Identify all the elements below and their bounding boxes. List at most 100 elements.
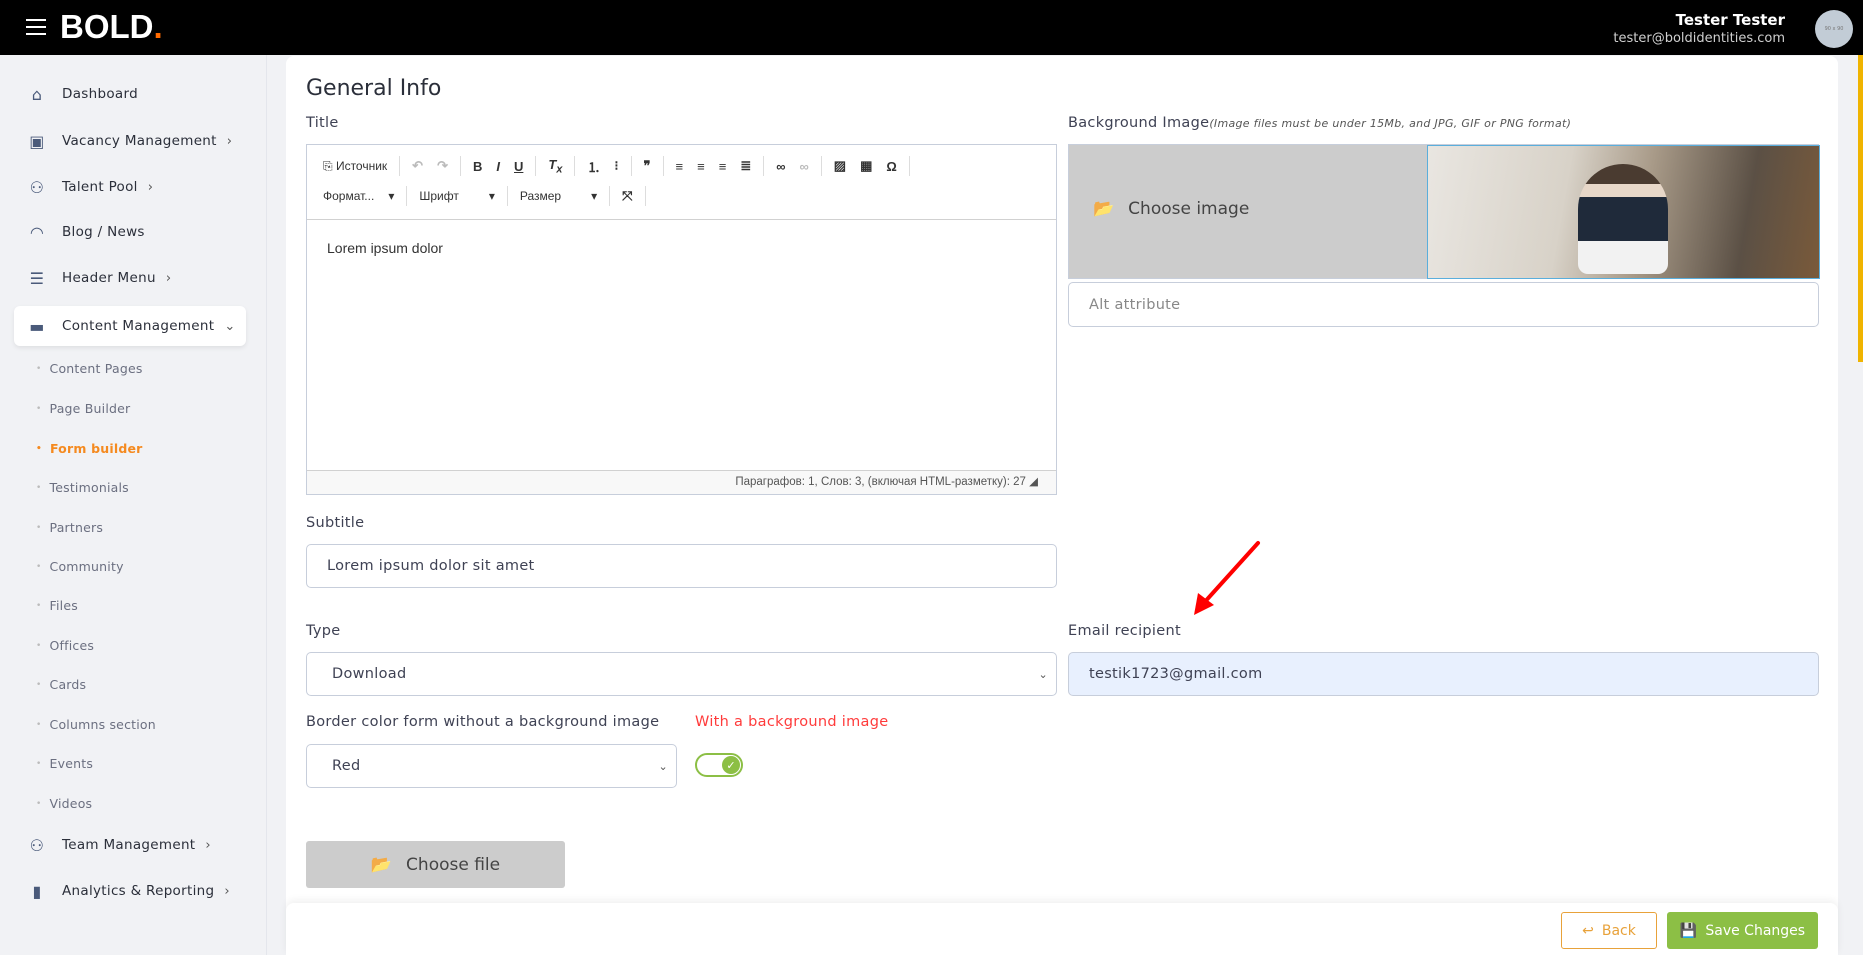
sidebar-item-label: Vacancy Management: [62, 133, 217, 149]
background-image-label: Background Image(Image files must be und…: [1068, 115, 1572, 131]
alt-attribute-input[interactable]: Alt attribute: [1068, 282, 1819, 327]
justify-icon[interactable]: ≣: [734, 158, 757, 174]
italic-icon[interactable]: I: [490, 159, 506, 174]
user-name: Tester Tester: [1675, 11, 1785, 29]
sidebar-subitem-partners[interactable]: Partners: [36, 520, 103, 535]
with-background-toggle[interactable]: ✓: [695, 753, 743, 777]
sidebar-subitem-testimonials[interactable]: Testimonials: [36, 480, 129, 495]
avatar[interactable]: 90 x 90: [1815, 10, 1853, 48]
align-left-icon[interactable]: ≡: [670, 159, 690, 174]
sidebar-subitem-columns-section[interactable]: Columns section: [36, 717, 156, 732]
chevron-icon: ⌄: [224, 318, 236, 334]
unlink-icon[interactable]: ∞: [794, 159, 815, 174]
with-background-label: With a background image: [695, 714, 889, 730]
align-center-icon[interactable]: ≡: [691, 159, 711, 174]
numbered-list-icon[interactable]: ⒈: [581, 157, 606, 176]
home-icon: ⌂: [31, 84, 43, 104]
bar-chart-icon: ▮: [32, 881, 42, 901]
editor-status-bar: Параграфов: 1, Слов: 3, (включая HTML-ра…: [307, 470, 1056, 494]
sidebar-item-dashboard[interactable]: ⌂ Dashboard: [14, 74, 246, 114]
menu-icon: ☰: [29, 268, 45, 288]
email-recipient-input[interactable]: testik1723@gmail.com: [1068, 652, 1819, 696]
hamburger-menu-icon[interactable]: [26, 19, 46, 35]
title-label: Title: [306, 115, 339, 131]
resize-handle-icon[interactable]: ◢: [1029, 476, 1038, 488]
undo-icon[interactable]: ↶: [406, 158, 429, 174]
sidebar-subitem-community[interactable]: Community: [36, 559, 124, 574]
red-arrow-annotation: [1194, 541, 1260, 615]
sidebar-item-label: Talent Pool: [62, 179, 138, 195]
back-button[interactable]: ↩ Back: [1561, 912, 1657, 949]
format-dropdown[interactable]: Формат... ▾: [317, 189, 400, 203]
background-image-preview: [1427, 145, 1820, 279]
sidebar-item-label: Analytics & Reporting: [62, 883, 215, 899]
save-changes-button[interactable]: 💾 Save Changes: [1667, 912, 1818, 949]
sidebar-item-vacancy-management[interactable]: ▣ Vacancy Management ›: [14, 121, 246, 161]
editor-content[interactable]: Lorem ipsum dolor: [307, 220, 1056, 470]
choose-file-button[interactable]: 📂 Choose file: [306, 841, 565, 888]
subtitle-label: Subtitle: [306, 515, 365, 531]
sidebar-subitem-offices[interactable]: Offices: [36, 638, 94, 653]
email-recipient-label: Email recipient: [1068, 623, 1181, 639]
remove-format-icon[interactable]: Tx: [542, 157, 568, 176]
sidebar-item-label: Content Management: [62, 318, 215, 334]
font-dropdown[interactable]: Шрифт ▾: [413, 189, 501, 203]
type-select[interactable]: Download ⌄: [306, 652, 1057, 696]
sidebar-item-label: Blog / News: [62, 224, 145, 240]
sidebar-item-label: Dashboard: [62, 86, 138, 102]
folder-open-icon: 📂: [1093, 199, 1115, 219]
sidebar-subitem-events[interactable]: Events: [36, 756, 93, 771]
chevron-icon: ›: [147, 179, 154, 195]
monitor-icon: ▬: [29, 316, 45, 336]
sidebar-subitem-files[interactable]: Files: [36, 598, 78, 613]
sidebar-subitem-content-pages[interactable]: Content Pages: [36, 361, 143, 376]
sidebar-item-label: Header Menu: [62, 270, 156, 286]
page-title: General Info: [306, 76, 442, 101]
bulleted-list-icon[interactable]: ⁝: [608, 158, 624, 174]
choose-image-button[interactable]: 📂 Choose image: [1093, 199, 1249, 219]
image-icon[interactable]: ▨: [828, 158, 852, 174]
sidebar-subitem-form-builder[interactable]: Form builder: [36, 441, 143, 456]
link-icon[interactable]: ∞: [770, 159, 791, 174]
size-dropdown[interactable]: Размер ▾: [514, 189, 603, 203]
sidebar-item-team-management[interactable]: ⚇ Team Management ›: [14, 825, 246, 865]
chevron-down-icon: ⌄: [1038, 667, 1048, 681]
border-color-label: Border color form without a background i…: [306, 714, 660, 730]
logo[interactable]: BOLD.: [60, 8, 163, 46]
chevron-icon: ›: [205, 837, 211, 853]
user-email: tester@boldidentities.com: [1613, 31, 1785, 46]
sidebar-item-content-management[interactable]: ▬ Content Management ⌄: [14, 306, 246, 346]
subtitle-input[interactable]: Lorem ipsum dolor sit amet: [306, 544, 1057, 588]
table-icon[interactable]: ▦: [854, 158, 878, 174]
users-icon: ⚇: [29, 835, 45, 855]
sidebar-subitem-videos[interactable]: Videos: [36, 796, 93, 811]
sidebar-subitem-cards[interactable]: Cards: [36, 677, 87, 692]
source-button[interactable]: ⎘ Источник: [317, 159, 393, 174]
underline-icon[interactable]: U: [508, 159, 529, 174]
sidebar-item-header-menu[interactable]: ☰ Header Menu ›: [14, 258, 246, 298]
maximize-icon[interactable]: ⤧: [616, 188, 638, 204]
special-char-icon[interactable]: Ω: [880, 159, 902, 174]
sidebar-item-analytics-reporting[interactable]: ▮ Analytics & Reporting ›: [14, 871, 246, 911]
background-image-picker[interactable]: 📂 Choose image: [1068, 144, 1820, 279]
chevron-down-icon: ⌄: [658, 759, 668, 773]
editor-toolbar: ⎘ Источник ↶ ↷ BIU Tx ⒈ ⁝ ❞ ≡ ≡ ≡ ≣ ∞ ∞ ▨ ▦ Ω Фо…: [307, 145, 1056, 220]
chevron-icon: ›: [224, 883, 230, 899]
briefcase-icon: ▣: [29, 131, 45, 151]
redo-icon[interactable]: ↷: [431, 158, 454, 174]
folder-open-icon: 📂: [370, 854, 393, 875]
blockquote-icon[interactable]: ❞: [638, 158, 657, 174]
sidebar-item-blog-news[interactable]: ◠ Blog / News: [14, 212, 246, 252]
rss-icon: ◠: [29, 222, 45, 242]
bold-icon[interactable]: B: [467, 159, 488, 174]
chevron-icon: ›: [165, 270, 172, 286]
user-plus-icon: ⚇: [29, 177, 45, 197]
reply-icon: ↩: [1582, 922, 1594, 939]
top-bar: BOLD. Tester Tester tester@boldidentitie…: [0, 0, 1863, 55]
align-right-icon[interactable]: ≡: [713, 159, 733, 174]
scrollbar[interactable]: [1858, 55, 1863, 362]
sidebar-item-talent-pool[interactable]: ⚇ Talent Pool ›: [14, 167, 246, 207]
sidebar-subitem-page-builder[interactable]: Page Builder: [36, 401, 131, 416]
save-icon: 💾: [1679, 922, 1698, 939]
border-color-select[interactable]: Red ⌄: [306, 744, 677, 788]
